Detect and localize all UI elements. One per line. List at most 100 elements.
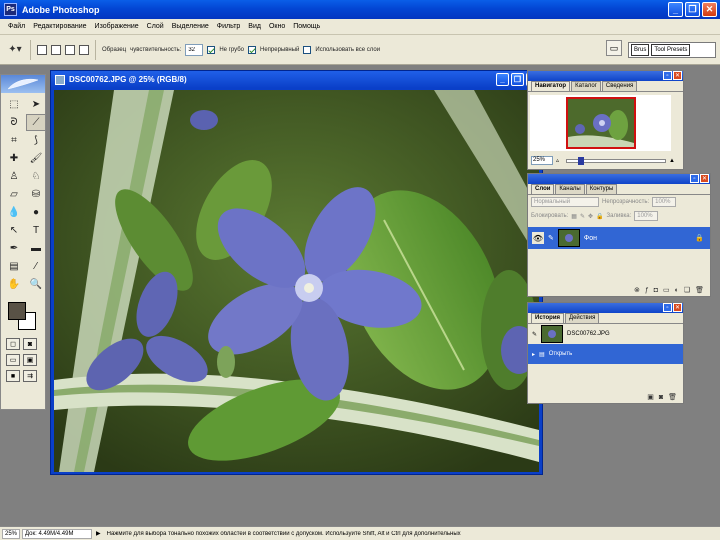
- history-panel-header[interactable]: ▫ ✕: [528, 303, 683, 313]
- tab-histogram[interactable]: Сведения: [601, 81, 638, 91]
- all-layers-checkbox[interactable]: [303, 45, 312, 54]
- navigator-panel-header[interactable]: ▫ ✕: [528, 71, 683, 81]
- new-layer-icon[interactable]: ❏: [684, 286, 690, 294]
- status-zoom[interactable]: 25%: [2, 528, 21, 539]
- maximize-button[interactable]: ❐: [685, 2, 700, 17]
- new-set-icon[interactable]: ▭: [663, 286, 670, 294]
- adjustment-layer-icon[interactable]: ◐: [675, 287, 679, 294]
- quick-mask-icon[interactable]: ◙: [23, 338, 37, 350]
- contiguous-checkbox[interactable]: [247, 45, 256, 54]
- eraser-tool-icon[interactable]: ▱: [4, 186, 24, 203]
- blend-mode-select[interactable]: Нормальный: [531, 197, 599, 207]
- navigator-zoom-field[interactable]: 25%: [531, 156, 553, 165]
- layers-panel-header[interactable]: ▫ ✕: [528, 174, 710, 184]
- layers-close-button[interactable]: ✕: [700, 174, 709, 183]
- tolerance-input[interactable]: [185, 43, 204, 56]
- document-titlebar[interactable]: DSC00762.JPG @ 25% (RGB/8): [51, 71, 542, 88]
- intersect-selection-icon[interactable]: [79, 44, 89, 55]
- new-snapshot-icon[interactable]: ◙: [659, 394, 663, 401]
- tab-navigator[interactable]: Навигатор: [531, 81, 571, 91]
- imageready-jump-icon[interactable]: ⇉: [23, 370, 37, 382]
- type-tool-icon[interactable]: T: [26, 222, 46, 239]
- visibility-eye-icon[interactable]: 👁: [532, 232, 544, 244]
- marquee-tool-icon[interactable]: ⬚: [4, 96, 24, 113]
- photo-canvas[interactable]: [54, 90, 539, 472]
- history-snapshot[interactable]: ✎ DSC00762.JPG: [528, 324, 683, 344]
- menu-layer[interactable]: Слой: [143, 23, 168, 30]
- layers-minimize-button[interactable]: ▫: [690, 174, 699, 183]
- screen-mode-standard-icon[interactable]: ▭: [6, 354, 20, 366]
- tab-actions[interactable]: Действия: [565, 313, 600, 323]
- history-minimize-button[interactable]: ▫: [663, 303, 672, 312]
- add-selection-icon[interactable]: [51, 44, 61, 55]
- fill-field[interactable]: 100%: [634, 211, 659, 221]
- tab-layers[interactable]: Слои: [531, 184, 555, 194]
- zoom-tool-icon[interactable]: 🔍: [26, 276, 46, 293]
- tab-channels[interactable]: Каналы: [555, 184, 585, 194]
- magic-wand-preset-icon[interactable]: ✦▾: [6, 41, 24, 59]
- shape-tool-icon[interactable]: ▬: [26, 240, 46, 257]
- tab-info[interactable]: Каталог: [571, 81, 601, 91]
- layer-row-background[interactable]: 👁 ✎ Фон 🔒: [528, 227, 710, 249]
- hand-tool-icon[interactable]: ✋: [4, 276, 24, 293]
- healing-brush-icon[interactable]: ✚: [4, 150, 24, 167]
- menu-window[interactable]: Окно: [265, 23, 289, 30]
- status-doc-size[interactable]: Док: 4.49M/4.49M: [22, 528, 93, 539]
- palette-well-tab-presets[interactable]: Tool Presets: [651, 44, 691, 56]
- history-state-open[interactable]: ▸ ▤ Открыть: [528, 344, 683, 364]
- move-tool-icon[interactable]: ➤: [26, 96, 46, 113]
- magic-wand-tool-icon[interactable]: ⟋: [26, 114, 46, 131]
- screen-mode-full-menu-icon[interactable]: ▣: [23, 354, 37, 366]
- lock-image-icon[interactable]: ✎: [580, 213, 585, 220]
- new-document-from-state-icon[interactable]: ▣: [647, 393, 654, 401]
- palette-well-tab-brushes[interactable]: Brus: [631, 44, 650, 56]
- menu-select[interactable]: Выделение: [168, 23, 213, 30]
- paint-bucket-icon[interactable]: ⛁: [26, 186, 46, 203]
- tab-paths[interactable]: Контуры: [585, 184, 618, 194]
- menu-file[interactable]: Файл: [4, 23, 29, 30]
- doc-minimize-button[interactable]: _: [496, 73, 509, 86]
- delete-layer-icon[interactable]: 🗑: [695, 286, 704, 294]
- blur-tool-icon[interactable]: 💧: [4, 204, 24, 221]
- opacity-field[interactable]: 100%: [652, 197, 677, 207]
- file-browser-icon[interactable]: ▭: [606, 40, 622, 56]
- foreground-color-swatch[interactable]: [8, 302, 26, 320]
- navigator-view-box[interactable]: [565, 97, 636, 149]
- path-selection-icon[interactable]: ↖: [4, 222, 24, 239]
- notes-tool-icon[interactable]: ▤: [4, 258, 24, 275]
- minimize-button[interactable]: _: [668, 2, 683, 17]
- doc-maximize-button[interactable]: ❐: [511, 73, 524, 86]
- zoom-slider-knob[interactable]: [578, 156, 585, 165]
- anti-alias-checkbox[interactable]: [207, 45, 216, 54]
- dodge-tool-icon[interactable]: ●: [26, 204, 46, 221]
- close-button[interactable]: ✕: [702, 2, 717, 17]
- history-brush-icon[interactable]: ♘: [26, 168, 46, 185]
- menu-help[interactable]: Помощь: [289, 23, 324, 30]
- clone-stamp-icon[interactable]: ♙: [4, 168, 24, 185]
- subtract-selection-icon[interactable]: [65, 44, 75, 55]
- status-arrow-icon[interactable]: ▶: [96, 530, 101, 537]
- lock-transparency-icon[interactable]: ▦: [571, 213, 577, 220]
- layer-style-icon[interactable]: ƒ: [645, 287, 649, 294]
- link-layers-icon[interactable]: ⊗: [634, 286, 640, 294]
- lock-all-icon[interactable]: 🔒: [596, 213, 603, 220]
- tab-history[interactable]: История: [531, 313, 565, 323]
- screen-mode-full-icon[interactable]: ■: [6, 370, 20, 382]
- new-selection-icon[interactable]: [37, 44, 47, 55]
- delete-state-icon[interactable]: 🗑: [668, 393, 677, 401]
- menu-image[interactable]: Изображение: [91, 23, 143, 30]
- zoom-out-icon[interactable]: ▵: [556, 157, 559, 164]
- slice-tool-icon[interactable]: ⟆: [26, 132, 46, 149]
- pen-tool-icon[interactable]: ✒: [4, 240, 24, 257]
- history-close-button[interactable]: ✕: [673, 303, 682, 312]
- navigator-close-button[interactable]: ✕: [673, 71, 682, 80]
- standard-mode-icon[interactable]: ◻: [6, 338, 20, 350]
- layer-mask-icon[interactable]: ◘: [654, 287, 658, 294]
- eyedropper-tool-icon[interactable]: ⁄: [26, 258, 46, 275]
- navigator-zoom-slider[interactable]: [566, 156, 667, 165]
- navigator-minimize-button[interactable]: ▫: [663, 71, 672, 80]
- brush-tool-icon[interactable]: 🖌: [26, 150, 46, 167]
- menu-filter[interactable]: Фильтр: [213, 23, 245, 30]
- menu-view[interactable]: Вид: [244, 23, 265, 30]
- lock-position-icon[interactable]: ✥: [588, 213, 593, 220]
